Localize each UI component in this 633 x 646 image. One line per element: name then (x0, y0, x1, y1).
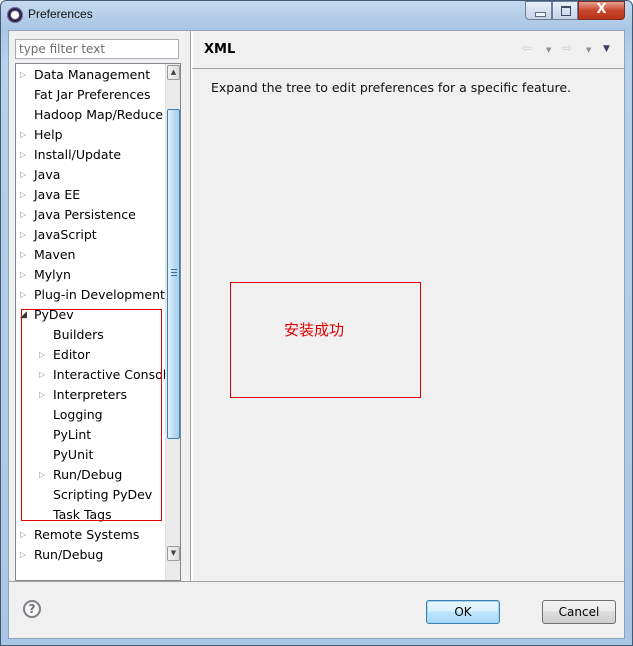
back-arrow-icon[interactable]: ⇦ (522, 41, 532, 55)
tree-item-label: Remote Systems (34, 527, 140, 542)
page-description: Expand the tree to edit preferences for … (211, 80, 572, 95)
close-icon: X (596, 2, 607, 17)
expand-triangle-icon[interactable]: ▷ (20, 185, 30, 205)
title-separator (192, 68, 625, 69)
expand-triangle-icon[interactable]: ▷ (20, 545, 30, 565)
tree-item-label: Run/Debug (53, 467, 123, 482)
view-menu-icon[interactable]: ▼ (603, 44, 610, 58)
footer-separator (9, 581, 624, 582)
expand-triangle-icon[interactable]: ▷ (39, 385, 49, 405)
expand-triangle-icon[interactable]: ▷ (20, 145, 30, 165)
tree-item-label: Data Management (34, 67, 151, 82)
install-success-text: 安装成功 (284, 321, 345, 339)
dialog-client-area: ▷ Data Management Fat Jar Preferences Hadoo… (8, 30, 625, 639)
scroll-down-button[interactable]: ▼ (167, 546, 180, 561)
cancel-button[interactable]: Cancel (542, 600, 616, 624)
tree-vertical-scrollbar[interactable]: ▲ ▼ (165, 64, 180, 580)
expand-triangle-icon[interactable]: ▷ (39, 465, 49, 485)
pane-sash[interactable] (190, 31, 193, 581)
tree-item-label: Java EE (34, 187, 81, 202)
tree-item-label: Interactive Console (53, 367, 174, 382)
filter-input[interactable] (15, 39, 179, 59)
tree-item-label: PyDev (34, 307, 74, 322)
preferences-tree: ▷ Data Management Fat Jar Preferences Hadoo… (15, 63, 181, 581)
tree-item-label: Maven (34, 247, 76, 262)
tree-item-label: Task Tags (53, 507, 112, 522)
tree-item-label: PyUnit (53, 447, 94, 462)
window-title: Preferences (28, 7, 93, 21)
tree-item-label: Hadoop Map/Reduce (34, 107, 164, 122)
expand-triangle-icon[interactable]: ▷ (20, 265, 30, 285)
maximize-icon (561, 6, 571, 16)
tree-item-label: Install/Update (34, 147, 122, 162)
expand-triangle-icon[interactable]: ▷ (20, 245, 30, 265)
expand-triangle-icon[interactable]: ▷ (20, 285, 30, 305)
expand-triangle-icon[interactable]: ▷ (20, 525, 30, 545)
tree-item-label: Scripting PyDev (53, 487, 153, 502)
scroll-up-button[interactable]: ▲ (167, 65, 180, 80)
forward-arrow-icon[interactable]: ⇨ (562, 41, 572, 55)
tree-item-label: Help (34, 127, 63, 142)
expand-triangle-icon[interactable]: ▷ (20, 225, 30, 245)
title-bar[interactable]: Preferences X (1, 1, 632, 29)
eclipse-app-icon (7, 7, 23, 23)
tree-item-label: Mylyn (34, 267, 71, 282)
expand-triangle-icon[interactable]: ▷ (39, 365, 49, 385)
scroll-thumb[interactable] (167, 109, 180, 439)
collapse-triangle-icon[interactable]: ◢ (20, 305, 30, 325)
grip-line (171, 269, 177, 270)
tree-item-label: Plug-in Development (34, 287, 165, 302)
expand-triangle-icon[interactable]: ▷ (20, 205, 30, 225)
minimize-button[interactable] (525, 1, 552, 20)
help-icon[interactable]: ? (23, 600, 41, 618)
expand-triangle-icon[interactable]: ▷ (20, 165, 30, 185)
tree-item-label: Interpreters (53, 387, 128, 402)
minimize-icon (535, 12, 546, 17)
install-success-annotation: 安装成功 (230, 282, 421, 398)
tree-item-label: Java Persistence (34, 207, 136, 222)
tree-item-label: Builders (53, 327, 104, 342)
preferences-window: Preferences X ▷ Data Management Fat Jar Pr… (0, 0, 633, 646)
tree-item-label: PyLint (53, 427, 92, 442)
maximize-button[interactable] (552, 1, 578, 20)
grip-line (171, 275, 177, 276)
tree-item-label: Fat Jar Preferences (34, 87, 151, 102)
tree-item-label: Logging (53, 407, 103, 422)
expand-triangle-icon[interactable]: ▷ (20, 65, 30, 85)
tree-item-label: Run/Debug (34, 547, 104, 562)
close-button[interactable]: X (578, 1, 625, 20)
ok-button[interactable]: OK (426, 600, 500, 624)
back-history-dropdown-icon[interactable]: ▼ (546, 46, 551, 60)
expand-triangle-icon[interactable]: ▷ (39, 345, 49, 365)
tree-item-label: Editor (53, 347, 90, 362)
forward-history-dropdown-icon[interactable]: ▼ (586, 46, 591, 60)
tree-item-label: Java (34, 167, 61, 182)
tree-item-label: JavaScript (34, 227, 97, 242)
expand-triangle-icon[interactable]: ▷ (20, 125, 30, 145)
grip-line (171, 272, 177, 273)
page-title: XML (204, 42, 236, 57)
